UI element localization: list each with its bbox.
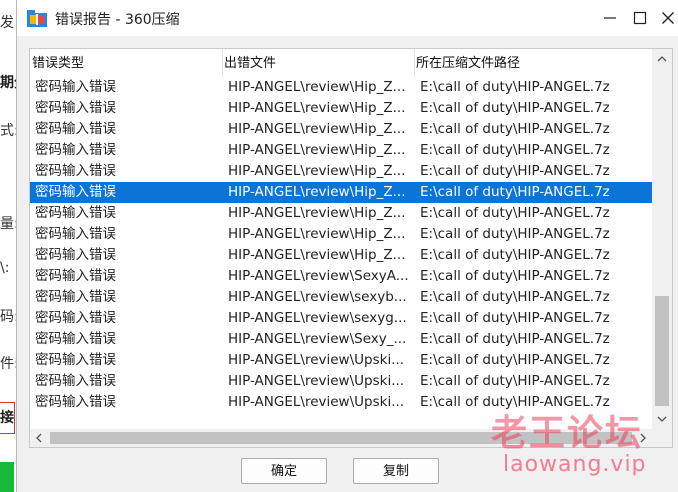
table-row[interactable]: 密码输入错误 HIP-ANGEL\review\Hip_Z... E:\call o… xyxy=(30,245,652,266)
table-row[interactable]: 密码输入错误 HIP-ANGEL\review\sexyg... E:\call o… xyxy=(30,308,652,329)
file-cell: HIP-ANGEL\review\Hip_Z... xyxy=(228,163,406,179)
error-type-cell: 密码输入错误 xyxy=(35,205,116,221)
table-row[interactable]: 密码输入错误 HIP-ANGEL\review\Hip_Z... E:\call o… xyxy=(30,203,652,224)
archive-path-cell: E:\call of duty\HIP-ANGEL.7z xyxy=(420,268,610,284)
close-icon xyxy=(662,12,674,24)
file-cell: HIP-ANGEL\review\Upski... xyxy=(228,352,405,368)
error-type-cell: 密码输入错误 xyxy=(35,331,116,347)
file-cell: HIP-ANGEL\review\Hip_Z... xyxy=(228,142,406,158)
file-cell: HIP-ANGEL\review\Upski... xyxy=(228,373,405,389)
table-row[interactable]: 密码输入错误 HIP-ANGEL\review\Hip_Z... E:\call o… xyxy=(30,182,652,203)
archive-path-cell: E:\call of duty\HIP-ANGEL.7z xyxy=(420,331,610,347)
file-cell: HIP-ANGEL\review\Upski... xyxy=(228,394,405,410)
error-report-dialog: 错误报告 - 360压缩 错误类型 出错文件 所在压缩文件路径 密码输入错误 HI… xyxy=(16,0,678,492)
archive-path-cell: E:\call of duty\HIP-ANGEL.7z xyxy=(420,100,610,116)
error-list[interactable]: 错误类型 出错文件 所在压缩文件路径 密码输入错误 HIP-ANGEL\revie… xyxy=(29,48,673,448)
table-row[interactable]: 密码输入错误 HIP-ANGEL\review\Hip_Z... E:\call o… xyxy=(30,224,652,245)
file-cell: HIP-ANGEL\review\Hip_Z... xyxy=(228,100,406,116)
ok-button[interactable]: 确定 xyxy=(241,458,327,484)
background-green-block xyxy=(0,462,14,492)
error-type-cell: 密码输入错误 xyxy=(35,142,116,158)
scroll-left-button[interactable] xyxy=(30,429,48,447)
archive-path-cell: E:\call of duty\HIP-ANGEL.7z xyxy=(420,142,610,158)
close-button[interactable] xyxy=(657,7,678,29)
table-row[interactable]: 密码输入错误 HIP-ANGEL\review\Hip_Z... E:\call o… xyxy=(30,98,652,119)
scroll-down-button[interactable] xyxy=(652,409,672,429)
file-cell: HIP-ANGEL\review\SexyA... xyxy=(228,268,408,284)
column-header-archive-path[interactable]: 所在压缩文件路径 xyxy=(414,49,520,77)
file-cell: HIP-ANGEL\review\Hip_Z... xyxy=(228,79,406,95)
file-cell: HIP-ANGEL\review\Hip_Z... xyxy=(228,205,406,221)
maximize-icon xyxy=(633,11,647,25)
error-type-cell: 密码输入错误 xyxy=(35,352,116,368)
archive-path-cell: E:\call of duty\HIP-ANGEL.7z xyxy=(420,247,610,263)
maximize-button[interactable] xyxy=(629,7,651,29)
table-row[interactable]: 密码输入错误 HIP-ANGEL\review\Hip_Z... E:\call o… xyxy=(30,161,652,182)
error-type-cell: 密码输入错误 xyxy=(35,163,116,179)
archive-path-cell: E:\call of duty\HIP-ANGEL.7z xyxy=(420,184,610,200)
chevron-left-icon xyxy=(36,433,42,443)
archive-path-cell: E:\call of duty\HIP-ANGEL.7z xyxy=(420,121,610,137)
archive-icon xyxy=(27,9,47,27)
table-row[interactable]: 密码输入错误 HIP-ANGEL\review\Upski... E:\call o… xyxy=(30,371,652,392)
error-type-cell: 密码输入错误 xyxy=(35,100,116,116)
background-text-fragment: 接 xyxy=(0,402,15,434)
archive-path-cell: E:\call of duty\HIP-ANGEL.7z xyxy=(420,289,610,305)
archive-path-cell: E:\call of duty\HIP-ANGEL.7z xyxy=(420,79,610,95)
scroll-up-button[interactable] xyxy=(652,49,672,69)
error-type-cell: 密码输入错误 xyxy=(35,226,116,242)
column-header-file[interactable]: 出错文件 xyxy=(222,49,276,77)
column-header-error-type[interactable]: 错误类型 xyxy=(30,49,84,77)
window-title: 错误报告 - 360压缩 xyxy=(55,12,180,28)
archive-path-cell: E:\call of duty\HIP-ANGEL.7z xyxy=(420,226,610,242)
table-row[interactable]: 密码输入错误 HIP-ANGEL\review\Hip_Z... E:\call o… xyxy=(30,119,652,140)
archive-path-cell: E:\call of duty\HIP-ANGEL.7z xyxy=(420,310,610,326)
archive-path-cell: E:\call of duty\HIP-ANGEL.7z xyxy=(420,205,610,221)
archive-path-cell: E:\call of duty\HIP-ANGEL.7z xyxy=(420,373,610,389)
error-type-cell: 密码输入错误 xyxy=(35,310,116,326)
error-type-cell: 密码输入错误 xyxy=(35,373,116,389)
error-type-cell: 密码输入错误 xyxy=(35,394,116,410)
table-row[interactable]: 密码输入错误 HIP-ANGEL\review\SexyA... E:\call o… xyxy=(30,266,652,287)
title-bar[interactable]: 错误报告 - 360压缩 xyxy=(17,0,678,36)
archive-path-cell: E:\call of duty\HIP-ANGEL.7z xyxy=(420,163,610,179)
minimize-button[interactable] xyxy=(599,7,621,29)
table-row[interactable]: 密码输入错误 HIP-ANGEL\review\Upski... E:\call o… xyxy=(30,350,652,371)
file-cell: HIP-ANGEL\review\Hip_Z... xyxy=(228,121,406,137)
watermark-url: laowang.vip xyxy=(503,452,647,477)
chevron-down-icon xyxy=(657,416,667,422)
table-row[interactable]: 密码输入错误 HIP-ANGEL\review\Hip_Z... E:\call o… xyxy=(30,140,652,161)
file-cell: HIP-ANGEL\review\Hip_Z... xyxy=(228,247,406,263)
error-type-cell: 密码输入错误 xyxy=(35,268,116,284)
vertical-scrollbar[interactable] xyxy=(652,49,672,429)
minimize-icon xyxy=(604,17,616,19)
watermark-chinese: 老王论坛 xyxy=(491,413,644,454)
error-type-cell: 密码输入错误 xyxy=(35,247,116,263)
vertical-scroll-thumb[interactable] xyxy=(655,296,669,406)
column-header: 错误类型 出错文件 所在压缩文件路径 xyxy=(30,49,652,77)
error-type-cell: 密码输入错误 xyxy=(35,289,116,305)
file-cell: HIP-ANGEL\review\Sexy_... xyxy=(228,331,407,347)
copy-button[interactable]: 复制 xyxy=(353,458,439,484)
file-cell: HIP-ANGEL\review\sexyb... xyxy=(228,289,407,305)
file-cell: HIP-ANGEL\review\sexyg... xyxy=(228,310,407,326)
scrollbar-corner xyxy=(652,429,672,447)
table-row[interactable]: 密码输入错误 HIP-ANGEL\review\Hip_Z... E:\call o… xyxy=(30,77,652,98)
file-cell: HIP-ANGEL\review\Hip_Z... xyxy=(228,226,406,242)
table-row[interactable]: 密码输入错误 HIP-ANGEL\review\sexyb... E:\call o… xyxy=(30,287,652,308)
chevron-up-icon xyxy=(657,56,667,62)
error-type-cell: 密码输入错误 xyxy=(35,79,116,95)
error-type-cell: 密码输入错误 xyxy=(35,184,116,200)
file-cell: HIP-ANGEL\review\Hip_Z... xyxy=(228,184,406,200)
table-row[interactable]: 密码输入错误 HIP-ANGEL\review\Sexy_... E:\call o… xyxy=(30,329,652,350)
error-type-cell: 密码输入错误 xyxy=(35,121,116,137)
archive-path-cell: E:\call of duty\HIP-ANGEL.7z xyxy=(420,352,610,368)
